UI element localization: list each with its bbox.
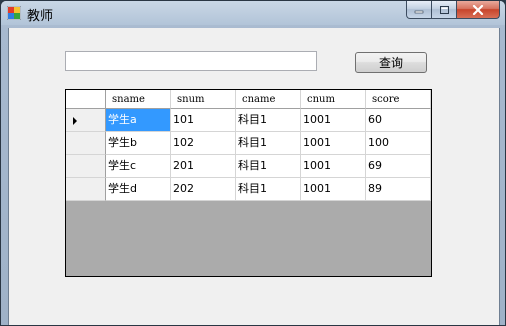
table-row[interactable]: 学生d 202 科目1 1001 89: [66, 178, 431, 201]
table-row[interactable]: 学生a 101 科目1 1001 60: [66, 109, 431, 132]
column-header-cnum[interactable]: cnum: [301, 90, 366, 109]
cell-cnum[interactable]: 1001: [301, 155, 366, 178]
maximize-icon: [439, 5, 449, 14]
data-grid[interactable]: sname snum cname cnum score 学生a 101 科目1 1001 60 学生…: [65, 89, 432, 277]
form-client-area: 查询 sname snum cname cnum score 学生a 101 科目1 1001 6…: [8, 28, 500, 325]
cell-cname[interactable]: 科目1: [236, 109, 301, 132]
cell-cnum[interactable]: 1001: [301, 132, 366, 155]
query-button[interactable]: 查询: [355, 52, 427, 73]
column-header-score[interactable]: score: [366, 90, 431, 109]
column-header-sname[interactable]: sname: [106, 90, 171, 109]
close-button[interactable]: [457, 1, 500, 19]
cell-score[interactable]: 89: [366, 178, 431, 201]
table-row[interactable]: 学生b 102 科目1 1001 100: [66, 132, 431, 155]
cell-score[interactable]: 60: [366, 109, 431, 132]
current-row-arrow-icon: [73, 117, 77, 125]
table-row[interactable]: 学生c 201 科目1 1001 69: [66, 155, 431, 178]
cell-cname[interactable]: 科目1: [236, 178, 301, 201]
row-header[interactable]: [66, 132, 106, 155]
cell-sname[interactable]: 学生c: [106, 155, 171, 178]
grid-corner-header[interactable]: [66, 90, 106, 109]
minimize-icon: [414, 10, 424, 13]
caption-buttons: [406, 1, 500, 20]
search-input[interactable]: [65, 51, 317, 71]
row-header[interactable]: [66, 178, 106, 201]
app-icon: [7, 6, 21, 20]
cell-sname[interactable]: 学生b: [106, 132, 171, 155]
cell-cname[interactable]: 科目1: [236, 155, 301, 178]
row-header[interactable]: [66, 109, 106, 132]
cell-sname[interactable]: 学生a: [106, 109, 171, 132]
cell-snum[interactable]: 102: [171, 132, 236, 155]
cell-sname[interactable]: 学生d: [106, 178, 171, 201]
title-bar[interactable]: 教师: [1, 1, 505, 25]
cell-cnum[interactable]: 1001: [301, 109, 366, 132]
row-header[interactable]: [66, 155, 106, 178]
window-title: 教师: [27, 9, 54, 24]
cell-cname[interactable]: 科目1: [236, 132, 301, 155]
cell-cnum[interactable]: 1001: [301, 178, 366, 201]
maximize-button[interactable]: [432, 1, 457, 19]
minimize-button[interactable]: [406, 1, 432, 19]
app-window: 教师 查询 sname snum cname cnum score 学生a 10…: [0, 0, 506, 326]
cell-score[interactable]: 69: [366, 155, 431, 178]
cell-snum[interactable]: 101: [171, 109, 236, 132]
close-icon: [472, 4, 484, 15]
column-header-cname[interactable]: cname: [236, 90, 301, 109]
cell-snum[interactable]: 202: [171, 178, 236, 201]
grid-header-row: sname snum cname cnum score: [66, 90, 431, 109]
cell-snum[interactable]: 201: [171, 155, 236, 178]
column-header-snum[interactable]: snum: [171, 90, 236, 109]
grid-content: sname snum cname cnum score 学生a 101 科目1 1001 60 学生…: [66, 90, 431, 201]
cell-score[interactable]: 100: [366, 132, 431, 155]
